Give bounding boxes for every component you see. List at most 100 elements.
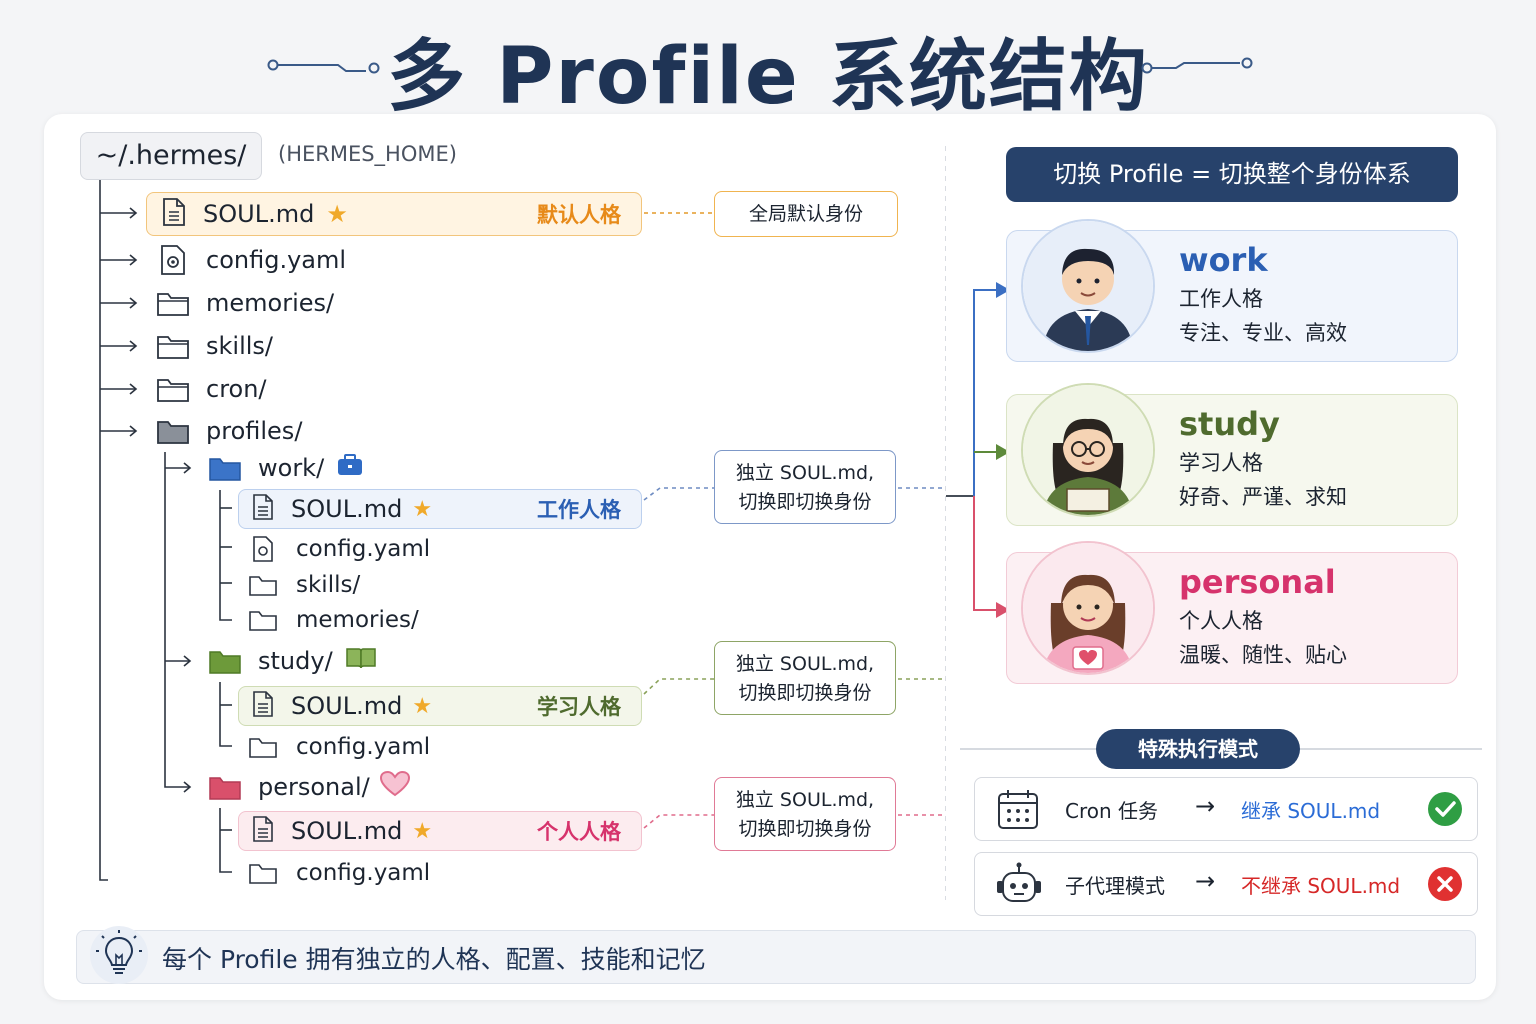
note-personal: 独立 SOUL.md, 切换即切换身份 [714,777,896,851]
tree-item-skills[interactable]: skills/ [156,329,273,363]
profile-card-study[interactable]: study 学习人格 好奇、严谨、求知 [1006,383,1458,526]
work-skills[interactable]: skills/ [246,568,360,602]
root-soul-name: SOUL.md [203,200,315,228]
tree-label: personal/ [258,773,370,801]
tree-label: memories/ [296,607,419,633]
avatar-study [1021,383,1155,517]
config-file-icon [246,730,280,764]
tree-label: cron/ [206,375,267,403]
lightbulb-icon [88,924,150,990]
tree-item-profiles[interactable]: profiles/ [156,414,302,448]
tree-item-cron[interactable]: cron/ [156,372,267,406]
folder-icon [156,372,190,406]
study-soul-tag: 学习人格 [537,695,621,719]
mode-row-cron[interactable]: Cron 任务 → 继承 SOUL.md [974,777,1478,841]
note-line: 切换即切换身份 [738,491,872,513]
tree-item-config[interactable]: config.yaml [156,243,346,277]
cron-value: 继承 SOUL.md [1241,799,1381,823]
title-decoration-right [1141,57,1253,74]
folder-open-icon [156,414,190,448]
subagent-arrow: → [1195,867,1216,895]
file-icon [161,197,187,231]
note-line: 独立 SOUL.md, [735,462,875,484]
note-line: 切换即切换身份 [738,818,872,840]
folder-icon [246,568,280,602]
profile-name-work: work [1179,241,1268,279]
tree-label: config.yaml [296,536,431,562]
tree-item-study[interactable]: study/ [208,644,377,678]
folder-blue-icon [208,451,242,485]
folder-icon [246,603,280,637]
root-soul-row[interactable]: SOUL.md ★ 默认人格 [146,192,642,236]
tree-item-memories[interactable]: memories/ [156,286,334,320]
config-file-icon [246,856,280,890]
profile-name-personal: personal [1179,563,1336,601]
tree-label: study/ [258,647,333,675]
note-line: 切换即切换身份 [738,682,872,704]
tree-label: config.yaml [206,246,347,274]
config-file-icon [156,243,190,277]
note-line: 独立 SOUL.md, [735,653,875,675]
cron-label: Cron 任务 [1065,799,1159,823]
personal-config[interactable]: config.yaml [246,856,430,890]
folder-icon [156,329,190,363]
file-icon [251,815,275,847]
work-soul-name: SOUL.md [291,495,403,523]
config-file-icon [246,532,280,566]
work-memories[interactable]: memories/ [246,603,419,637]
profile-desc-study: 好奇、严谨、求知 [1179,485,1347,509]
tree-label: config.yaml [296,860,431,886]
tree-item-personal[interactable]: personal/ [208,770,410,804]
file-icon [251,493,275,525]
personal-soul-row[interactable]: SOUL.md ★ 个人人格 [238,811,642,851]
profile-desc-personal: 温暖、随性、贴心 [1179,643,1347,667]
folder-red-icon [208,770,242,804]
personal-soul-tag: 个人人格 [537,820,621,844]
calendar-icon [997,788,1039,834]
check-icon [1427,791,1463,831]
avatar-work [1021,219,1155,353]
star-icon: ★ [412,693,433,719]
work-soul-row[interactable]: SOUL.md ★ 工作人格 [238,489,642,529]
note-line: 独立 SOUL.md, [735,789,875,811]
switch-banner: 切换 Profile = 切换整个身份体系 [1006,147,1458,202]
tip-text: 每个 Profile 拥有独立的人格、配置、技能和记忆 [162,945,706,974]
subagent-label: 子代理模式 [1065,874,1165,898]
profile-desc-work: 专注、专业、高效 [1179,321,1347,345]
work-config[interactable]: config.yaml [246,532,430,566]
avatar-personal [1021,541,1155,675]
star-icon: ★ [412,496,433,522]
note-study: 独立 SOUL.md, 切换即切换身份 [714,641,896,715]
cron-arrow: → [1195,792,1216,820]
folder-green-icon [208,644,242,678]
profile-card-work[interactable]: work 工作人格 专注、专业、高效 [1006,219,1458,362]
briefcase-icon [336,453,364,483]
profile-role-personal: 个人人格 [1179,609,1263,633]
cross-icon [1427,866,1463,906]
profile-name-study: study [1179,405,1280,443]
tree-label: skills/ [296,572,361,598]
heart-icon [379,770,410,803]
star-icon: ★ [326,200,348,228]
work-soul-tag: 工作人格 [537,498,621,522]
mode-row-subagent[interactable]: 子代理模式 → 不继承 SOUL.md [974,852,1478,916]
tree-label: profiles/ [206,417,303,445]
study-config[interactable]: config.yaml [246,730,430,764]
study-soul-name: SOUL.md [291,692,403,720]
tree-item-work[interactable]: work/ [208,451,364,485]
robot-icon [995,861,1043,911]
personal-soul-name: SOUL.md [291,817,403,845]
study-soul-row[interactable]: SOUL.md ★ 学习人格 [238,686,642,726]
tree-label: skills/ [206,332,273,360]
note-global-default: 全局默认身份 [714,191,898,237]
profile-card-personal[interactable]: personal 个人人格 温暖、随性、贴心 [1006,541,1458,684]
root-soul-tag: 默认人格 [537,203,621,227]
star-icon: ★ [412,818,433,844]
special-mode-title: 特殊执行模式 [1096,729,1300,769]
profile-role-work: 工作人格 [1179,287,1263,311]
tree-label: memories/ [206,289,335,317]
profile-role-study: 学习人格 [1179,451,1263,475]
folder-icon [156,286,190,320]
tree-label: config.yaml [296,734,431,760]
tree-label: work/ [258,454,325,482]
